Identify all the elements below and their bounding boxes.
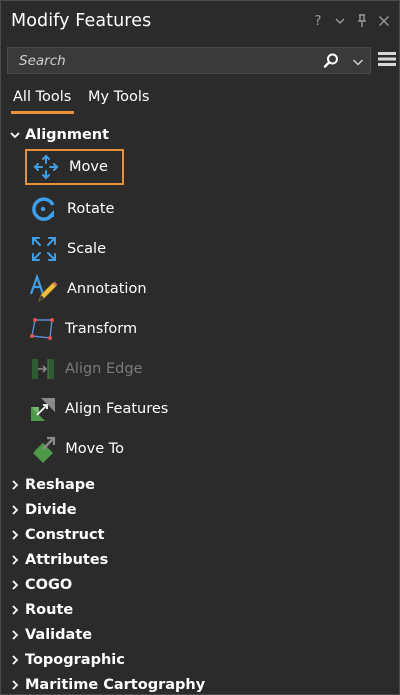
search-icon[interactable] xyxy=(322,52,340,70)
group-header-attributes[interactable]: Attributes xyxy=(9,549,108,571)
tool-move[interactable]: Move xyxy=(25,149,124,185)
group-header-cogo[interactable]: COGO xyxy=(9,574,72,596)
chevron-right-icon xyxy=(12,605,19,615)
search-options-chevron-down-icon[interactable] xyxy=(351,54,365,68)
group-label: Topographic xyxy=(25,652,125,668)
group-header-reshape[interactable]: Reshape xyxy=(9,474,95,496)
group-header-validate[interactable]: Validate xyxy=(9,624,92,646)
tool-label: Align Edge xyxy=(65,361,143,377)
group-label: Reshape xyxy=(25,477,95,493)
tool-label: Move To xyxy=(65,441,124,457)
tool-rotate[interactable]: Rotate xyxy=(25,191,124,227)
tool-annotation[interactable]: Annotation xyxy=(25,271,147,307)
tab-all-tools[interactable]: All Tools xyxy=(13,89,71,105)
modify-features-pane: Modify Features ? All Too xyxy=(0,0,400,695)
tool-label: Transform xyxy=(65,321,138,337)
scale-icon xyxy=(29,234,59,264)
group-label: Validate xyxy=(25,627,93,643)
chevron-right-icon xyxy=(12,505,19,515)
help-icon[interactable]: ? xyxy=(309,11,327,31)
annotation-icon xyxy=(29,274,59,304)
group-header-alignment[interactable]: Alignment xyxy=(9,124,109,146)
pane-title: Modify Features xyxy=(11,11,152,31)
tool-label: Align Features xyxy=(65,401,169,417)
chevron-right-icon xyxy=(12,630,19,640)
tool-align-edge[interactable]: Align Edge xyxy=(25,351,142,387)
chevron-right-icon xyxy=(12,680,19,690)
tool-transform[interactable]: Transform xyxy=(25,311,137,347)
options-dropdown-icon[interactable] xyxy=(331,11,349,31)
group-label: Maritime Cartography xyxy=(25,677,206,693)
group-label: Alignment xyxy=(25,127,110,143)
close-icon[interactable] xyxy=(375,11,393,31)
tool-label: Annotation xyxy=(67,281,147,297)
group-label: Route xyxy=(25,602,74,618)
align-edge-icon xyxy=(29,354,57,384)
chevron-right-icon xyxy=(12,655,19,665)
tab-my-tools[interactable]: My Tools xyxy=(88,89,149,105)
search-input[interactable] xyxy=(8,48,308,73)
tool-align-features[interactable]: Align Features xyxy=(25,391,168,427)
group-header-construct[interactable]: Construct xyxy=(9,524,105,546)
tool-label: Move xyxy=(69,159,108,175)
group-label: Construct xyxy=(25,527,105,543)
pin-icon[interactable] xyxy=(353,11,371,31)
hamburger-menu-icon[interactable] xyxy=(377,49,397,69)
chevron-right-icon xyxy=(12,555,19,565)
chevron-down-icon xyxy=(10,132,20,139)
chevron-right-icon xyxy=(12,480,19,490)
group-header-divide[interactable]: Divide xyxy=(9,499,77,521)
tool-label: Scale xyxy=(67,241,107,257)
group-header-maritime-cartography[interactable]: Maritime Cartography xyxy=(9,674,205,695)
active-tab-indicator xyxy=(11,111,74,114)
transform-icon xyxy=(29,314,57,344)
move-icon xyxy=(31,152,61,182)
group-label: Attributes xyxy=(25,552,109,568)
title-bar: Modify Features ? xyxy=(1,1,399,41)
group-header-route[interactable]: Route xyxy=(9,599,73,621)
tool-label: Rotate xyxy=(67,201,115,217)
search-box xyxy=(7,47,371,74)
tool-move-to[interactable]: Move To xyxy=(25,431,124,467)
rotate-icon xyxy=(29,194,59,224)
group-label: COGO xyxy=(25,577,73,593)
tool-scale[interactable]: Scale xyxy=(25,231,124,267)
align-features-icon xyxy=(29,394,57,424)
group-label: Divide xyxy=(25,502,77,518)
chevron-right-icon xyxy=(12,580,19,590)
move-to-icon xyxy=(29,434,57,464)
chevron-right-icon xyxy=(12,530,19,540)
group-header-topographic[interactable]: Topographic xyxy=(9,649,125,671)
